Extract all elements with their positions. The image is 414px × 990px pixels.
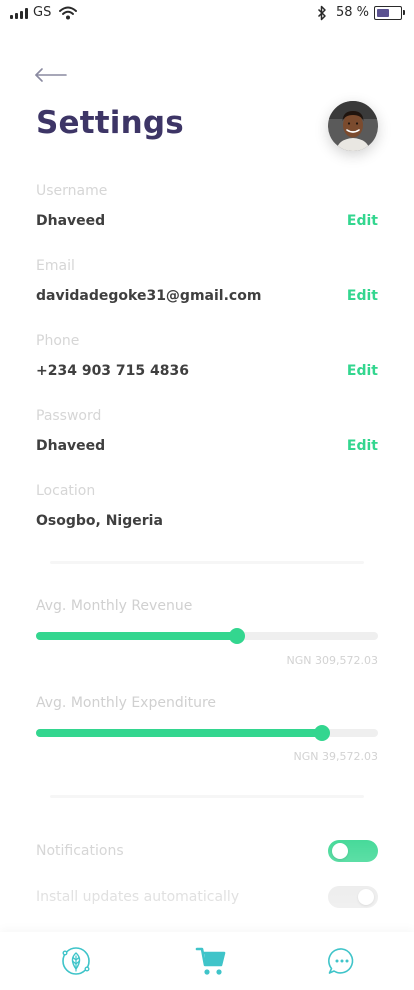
arrow-left-icon[interactable] [34, 64, 68, 86]
section-divider [50, 795, 364, 798]
password-label: Password [36, 408, 102, 424]
username-value: Dhaveed [36, 213, 106, 229]
notifications-toggle[interactable] [328, 840, 378, 862]
expenditure-amount: NGN 39,572.03 [293, 750, 378, 763]
expenditure-slider[interactable] [36, 725, 378, 741]
email-label: Email [36, 258, 75, 274]
password-value: Dhaveed [36, 438, 106, 454]
revenue-amount: NGN 309,572.03 [286, 654, 378, 667]
signal-icon [10, 8, 28, 19]
auto-update-label: Install updates automatically [36, 889, 240, 905]
email-value: davidadegoke31@gmail.com [36, 288, 262, 304]
section-divider [50, 561, 364, 564]
revenue-slider-fill [36, 632, 237, 640]
expenditure-slider-knob[interactable] [313, 725, 330, 741]
leaf-icon[interactable] [59, 944, 93, 978]
notifications-label: Notifications [36, 843, 124, 859]
wifi-icon [59, 6, 77, 20]
chat-icon[interactable] [325, 944, 359, 978]
battery-percent: 58 % [336, 5, 370, 20]
revenue-slider-knob[interactable] [228, 628, 245, 644]
revenue-label: Avg. Monthly Revenue [36, 598, 193, 614]
auto-update-toggle[interactable] [328, 886, 378, 908]
expenditure-label: Avg. Monthly Expenditure [36, 695, 217, 711]
username-label: Username [36, 183, 108, 199]
status-bar: GS 58 % [0, 0, 414, 28]
edit-username-button[interactable]: Edit [347, 213, 378, 229]
edit-email-button[interactable]: Edit [347, 288, 378, 304]
carrier-name: GS [33, 5, 52, 20]
battery-icon [374, 6, 405, 20]
edit-password-button[interactable]: Edit [347, 438, 378, 454]
avatar[interactable] [328, 101, 378, 151]
phone-label: Phone [36, 333, 80, 349]
location-value: Osogbo, Nigeria [36, 513, 163, 529]
avatar-image [328, 101, 378, 151]
edit-phone-button[interactable]: Edit [347, 363, 378, 379]
phone-value: +234 903 715 4836 [36, 363, 189, 379]
page-title: Settings [36, 105, 184, 141]
revenue-slider[interactable] [36, 628, 378, 644]
location-label: Location [36, 483, 96, 499]
bluetooth-icon [317, 5, 326, 21]
expenditure-slider-fill [36, 729, 322, 737]
scroll-fade [0, 820, 414, 932]
cart-icon[interactable] [194, 944, 228, 978]
bottom-tab-bar [0, 932, 414, 990]
